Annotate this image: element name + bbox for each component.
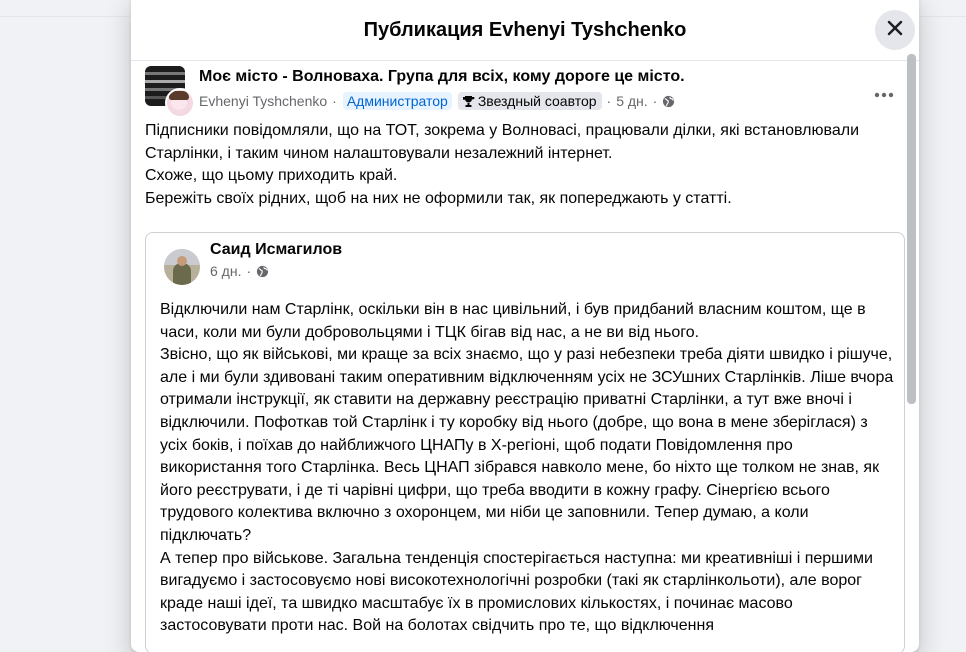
shared-paragraph: Звісно, що як військові, ми краще за всі… (160, 346, 894, 544)
trophy-icon (462, 95, 475, 108)
star-contributor-badge[interactable]: Звездный соавтор (457, 92, 602, 110)
post-paragraph: Підписники повідомляли, що на ТОТ, зокре… (145, 122, 859, 162)
post-body: Підписники повідомляли, що на ТОТ, зокре… (145, 120, 905, 210)
post-dialog: Публикация Evhenyi Tyshchenko Моє місто … (131, 0, 919, 652)
shared-post-time-link[interactable]: 6 дн. (210, 263, 241, 279)
meta-separator-3: · (652, 93, 658, 109)
globe-icon (662, 95, 675, 108)
author-avatar[interactable] (165, 88, 195, 118)
shared-meta-separator: · (246, 263, 252, 279)
background-divider (0, 16, 130, 17)
close-button[interactable] (875, 10, 915, 50)
shared-paragraph: А тепер про військове. Загальна тенденці… (160, 549, 873, 635)
group-name-link[interactable]: Моє місто - Волноваха. Група для всіх, к… (199, 68, 685, 86)
shared-post-meta: 6 дн. · (210, 263, 269, 279)
post-paragraph: Схоже, що цьому приходить край. (145, 167, 398, 185)
background-divider-right (920, 16, 966, 17)
scrollbar[interactable] (907, 54, 916, 404)
dialog-header: Публикация Evhenyi Tyshchenko (131, 0, 919, 61)
more-options-icon (874, 85, 894, 103)
more-options-button[interactable] (869, 84, 899, 104)
shared-post-card[interactable]: Саид Исмагилов 6 дн. · Відключили нам Ст… (145, 232, 905, 652)
meta-separator-2: · (606, 93, 612, 109)
post-meta: Evhenyi Tyshchenko · Администратор Звезд… (199, 92, 675, 110)
shared-author-name-link[interactable]: Саид Исмагилов (210, 241, 342, 259)
dialog-title: Публикация Evhenyi Tyshchenko (363, 18, 687, 41)
page-background (0, 0, 130, 636)
globe-icon (256, 265, 269, 278)
meta-separator: · (332, 93, 337, 109)
close-icon (885, 18, 905, 43)
shared-paragraph: Відключили нам Старлінк, оскільки він в … (160, 301, 866, 341)
post-header: Моє місто - Волноваха. Група для всіх, к… (145, 66, 905, 118)
post-paragraph: Бережіть своїх рідних, щоб на них не офо… (145, 189, 732, 207)
shared-author-avatar[interactable] (164, 249, 200, 285)
author-name-link[interactable]: Evhenyi Tyshchenko (199, 93, 327, 109)
star-badge-label: Звездный соавтор (477, 93, 597, 109)
post-time-link[interactable]: 5 дн. (616, 93, 647, 109)
admin-badge[interactable]: Администратор (342, 92, 452, 110)
shared-post-body: Відключили нам Старлінк, оскільки він в … (160, 299, 894, 638)
